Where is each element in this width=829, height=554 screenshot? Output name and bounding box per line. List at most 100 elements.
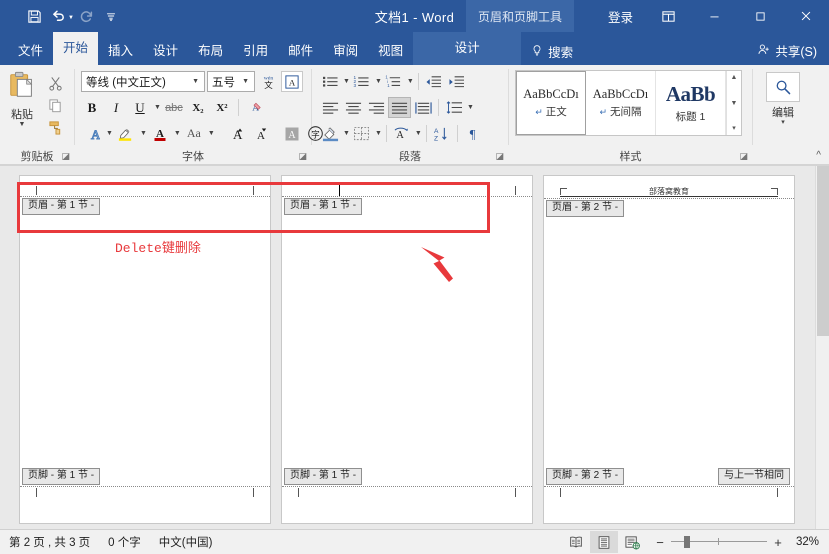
change-case-dropdown-icon[interactable]: ▼ xyxy=(208,130,215,137)
multilevel-list-icon[interactable]: 1i1 xyxy=(383,71,405,92)
text-effects-icon[interactable]: A xyxy=(81,123,103,144)
tab-design[interactable]: 设计 xyxy=(143,38,188,65)
collapse-ribbon-icon[interactable]: ^ xyxy=(816,150,821,161)
undo-dropdown-icon[interactable]: ▼ xyxy=(68,15,74,21)
word-count[interactable]: 0 个字 xyxy=(99,534,150,550)
style-item-normal[interactable]: AaBbCcDı ↵ 正文 xyxy=(516,71,586,135)
justify-icon[interactable] xyxy=(388,97,411,118)
ribbon-display-options-icon[interactable] xyxy=(645,0,691,32)
customize-qat-icon[interactable] xyxy=(100,5,122,27)
underline-dropdown-icon[interactable]: ▼ xyxy=(154,104,161,111)
font-color-icon[interactable]: A xyxy=(149,123,171,144)
line-spacing-dropdown-icon[interactable]: ▼ xyxy=(467,104,474,111)
tab-references[interactable]: 引用 xyxy=(233,38,278,65)
change-case-icon[interactable]: Aa xyxy=(183,123,205,144)
show-formatting-marks-icon[interactable]: ¶ xyxy=(462,123,484,144)
editing-dropdown-icon[interactable]: ▾ xyxy=(781,119,785,126)
zoom-slider-thumb[interactable] xyxy=(684,536,690,548)
align-right-icon[interactable] xyxy=(365,97,387,118)
bullets-icon[interactable] xyxy=(319,71,341,92)
vertical-scrollbar[interactable] xyxy=(815,166,829,529)
shrink-font-icon[interactable]: A xyxy=(249,123,271,144)
shading-dropdown-icon[interactable]: ▼ xyxy=(343,130,350,137)
clear-formatting-icon[interactable]: A xyxy=(244,97,266,118)
font-name-combo[interactable]: 等线 (中文正文) ▼ xyxy=(81,71,205,92)
styles-dialog-launcher-icon[interactable]: ◪ xyxy=(739,151,748,162)
footer-tag-2[interactable]: 页脚 - 第 1 节 - xyxy=(284,468,363,485)
bullets-dropdown-icon[interactable]: ▼ xyxy=(343,78,350,85)
borders-dropdown-icon[interactable]: ▼ xyxy=(375,130,382,137)
format-painter-icon[interactable] xyxy=(44,117,66,137)
shading-icon[interactable] xyxy=(319,123,341,144)
phonetic-guide-icon[interactable]: wén 文 xyxy=(257,71,279,92)
document-canvas[interactable]: 页眉 - 第 1 节 - 页脚 - 第 1 节 - 页眉 - 第 1 节 - 页… xyxy=(0,165,829,529)
style-item-nospacing[interactable]: AaBbCcDı ↵ 无间隔 xyxy=(586,71,656,135)
header-tag-3[interactable]: 页眉 - 第 2 节 - xyxy=(546,200,625,217)
grow-font-icon[interactable]: A xyxy=(225,123,247,144)
multilevel-dropdown-icon[interactable]: ▼ xyxy=(407,78,414,85)
numbering-icon[interactable]: 123 xyxy=(351,71,373,92)
font-color-dropdown-icon[interactable]: ▼ xyxy=(174,130,181,137)
zoom-level[interactable]: 32% xyxy=(789,536,823,548)
save-icon[interactable] xyxy=(23,5,45,27)
redo-icon[interactable] xyxy=(76,5,98,27)
undo-icon[interactable] xyxy=(47,5,69,27)
zoom-slider[interactable] xyxy=(671,535,767,549)
vertical-scrollbar-thumb[interactable] xyxy=(817,166,829,336)
tab-headerfooter-design[interactable]: 设计 xyxy=(413,32,522,65)
same-as-previous-tag-3[interactable]: 与上一节相同 xyxy=(718,468,790,485)
tab-view[interactable]: 视图 xyxy=(368,38,413,65)
zoom-in-button[interactable]: + xyxy=(772,535,784,550)
highlight-dropdown-icon[interactable]: ▼ xyxy=(140,130,147,137)
bold-button[interactable]: B xyxy=(81,97,103,118)
tab-layout[interactable]: 布局 xyxy=(188,38,233,65)
tab-insert[interactable]: 插入 xyxy=(98,38,143,65)
maximize-button[interactable] xyxy=(737,0,783,32)
character-shading-icon[interactable]: A xyxy=(281,123,303,144)
font-size-combo[interactable]: 五号 ▼ xyxy=(207,71,255,92)
document-page-2[interactable]: 页眉 - 第 1 节 - 页脚 - 第 1 节 - xyxy=(281,175,533,524)
increase-indent-icon[interactable] xyxy=(446,71,468,92)
character-border-icon[interactable]: A xyxy=(281,71,303,92)
strikethrough-button[interactable]: abc xyxy=(163,97,185,118)
sort-icon[interactable]: AZ xyxy=(431,123,453,144)
web-layout-icon[interactable] xyxy=(618,531,646,553)
text-effects-dropdown-icon[interactable]: ▼ xyxy=(106,130,113,137)
styles-scroll-up-icon[interactable]: ▲ xyxy=(727,72,741,83)
clipboard-dialog-launcher-icon[interactable]: ◪ xyxy=(61,151,70,162)
chinese-layout-dropdown-icon[interactable]: ▼ xyxy=(415,130,422,137)
read-mode-icon[interactable] xyxy=(562,531,590,553)
language-indicator[interactable]: 中文(中国) xyxy=(150,534,222,550)
chinese-layout-icon[interactable]: A xyxy=(391,123,413,144)
chevron-down-icon[interactable]: ▼ xyxy=(189,78,202,85)
underline-button[interactable]: U xyxy=(129,97,151,118)
search-icon[interactable] xyxy=(766,72,800,102)
paste-button[interactable]: 粘贴 ▼ xyxy=(0,68,44,128)
tab-file[interactable]: 文件 xyxy=(8,38,53,65)
footer-tag-3[interactable]: 页脚 - 第 2 节 - xyxy=(546,468,625,485)
minimize-button[interactable] xyxy=(691,0,737,32)
header-tag-1[interactable]: 页眉 - 第 1 节 - xyxy=(22,198,101,215)
numbering-dropdown-icon[interactable]: ▼ xyxy=(375,78,382,85)
chevron-down-icon[interactable]: ▼ xyxy=(239,78,252,85)
text-highlight-icon[interactable] xyxy=(115,123,137,144)
editing-button[interactable]: 编辑 ▾ xyxy=(753,68,813,126)
subscript-button[interactable]: X₂ xyxy=(187,97,209,118)
sign-in-button[interactable]: 登录 xyxy=(596,7,645,26)
line-spacing-icon[interactable] xyxy=(443,97,465,118)
footer-tag-1[interactable]: 页脚 - 第 1 节 - xyxy=(22,468,101,485)
page-indicator[interactable]: 第 2 页 , 共 3 页 xyxy=(0,534,99,550)
superscript-button[interactable]: X² xyxy=(211,97,233,118)
paragraph-dialog-launcher-icon[interactable]: ◪ xyxy=(495,151,504,162)
paste-dropdown-icon[interactable]: ▼ xyxy=(19,121,26,128)
print-layout-icon[interactable] xyxy=(590,531,618,553)
align-center-icon[interactable] xyxy=(342,97,364,118)
close-button[interactable] xyxy=(783,0,829,32)
tell-me-box[interactable]: 搜索 xyxy=(521,38,583,65)
borders-icon[interactable] xyxy=(351,123,373,144)
cut-icon[interactable] xyxy=(44,73,66,93)
tab-review[interactable]: 审阅 xyxy=(323,38,368,65)
styles-scroll-down-icon[interactable]: ▼ xyxy=(727,98,741,109)
tab-home[interactable]: 开始 xyxy=(53,32,99,65)
style-item-heading1[interactable]: AaBb 标题 1 xyxy=(656,71,726,135)
